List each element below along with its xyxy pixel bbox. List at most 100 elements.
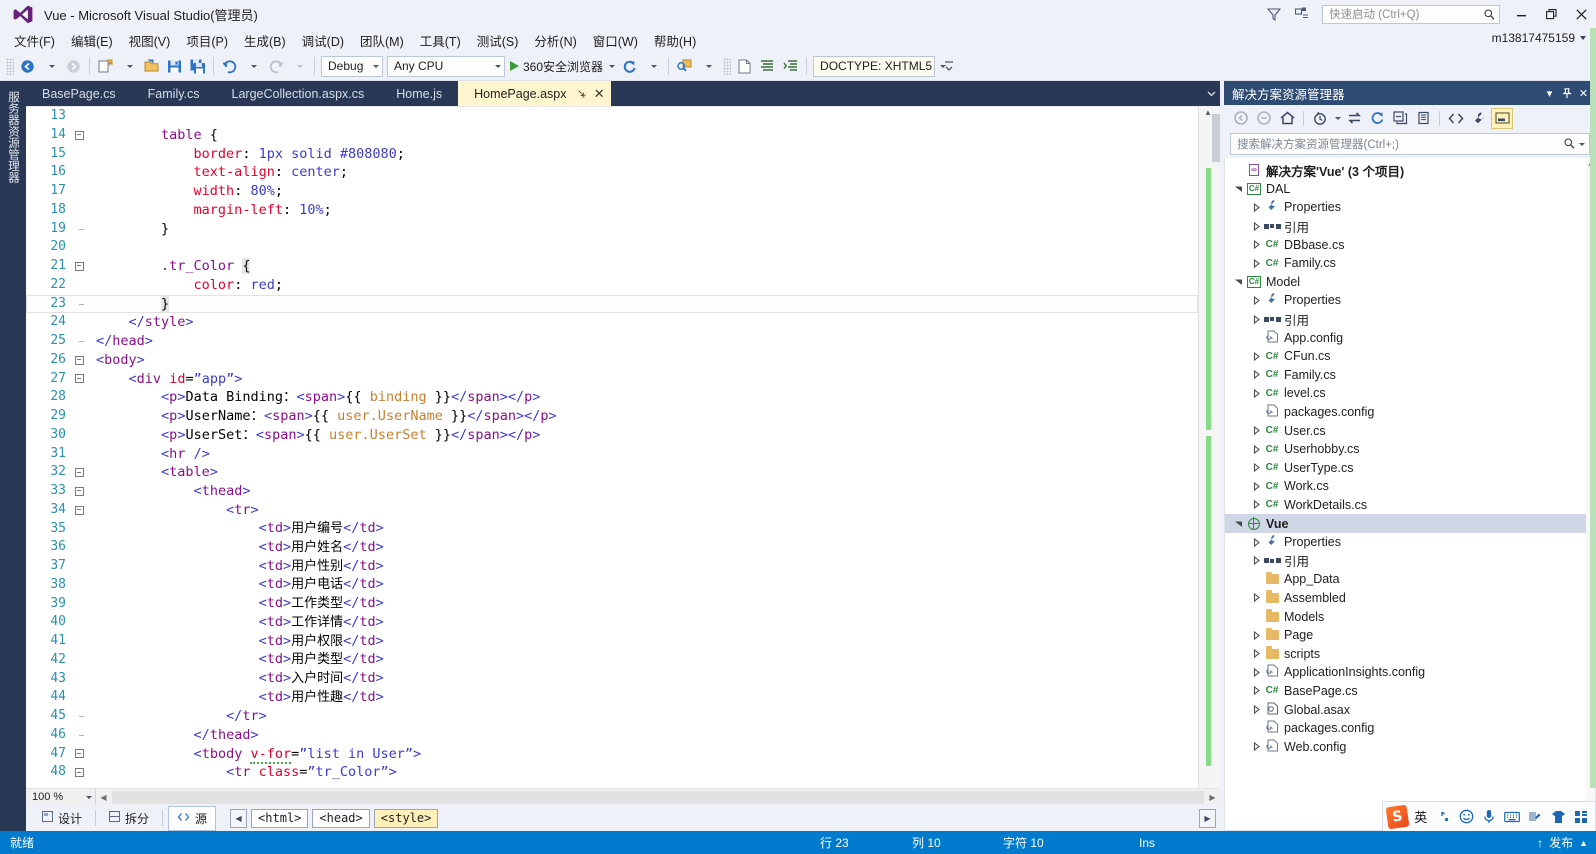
chevron-right-icon[interactable]	[1249, 351, 1263, 361]
chevron-right-icon[interactable]	[1249, 463, 1263, 473]
code-line[interactable]: 28 <p>Data Binding：<span>{{ binding }}</…	[26, 388, 1198, 407]
restart-dropdown[interactable]	[641, 55, 664, 78]
collapse-icon[interactable]: −	[74, 130, 84, 140]
code-line[interactable]: 44 <td>用户性趣</td>	[26, 688, 1198, 707]
tree-node[interactable]: packages.config	[1225, 403, 1595, 422]
show-all-files-icon[interactable]	[1412, 108, 1434, 129]
code-line[interactable]: 33− <thead>	[26, 482, 1198, 501]
restart-button[interactable]	[618, 55, 641, 78]
toolbar-grip[interactable]	[723, 57, 732, 75]
notifications-icon[interactable]	[1288, 2, 1316, 26]
chevron-right-icon[interactable]	[1249, 630, 1263, 640]
ime-voice-icon[interactable]	[1480, 806, 1500, 828]
ime-skin-icon[interactable]	[1548, 806, 1568, 828]
breadcrumb-head[interactable]: <head>	[312, 808, 370, 828]
tree-node[interactable]: C# DAL	[1225, 180, 1595, 199]
code-line[interactable]: 37 <td>用户性别</td>	[26, 557, 1198, 576]
solution-platform-select[interactable]: Any CPU	[387, 55, 505, 77]
tree-node[interactable]: 引用	[1225, 217, 1595, 236]
pending-changes-icon[interactable]	[1309, 108, 1331, 129]
tree-node[interactable]: C# Model	[1225, 273, 1595, 292]
chevron-right-icon[interactable]	[1249, 258, 1263, 268]
code-line[interactable]: 41 <td>用户权限</td>	[26, 632, 1198, 651]
tree-node[interactable]: Models	[1225, 607, 1595, 626]
chevron-right-icon[interactable]	[1249, 202, 1263, 212]
new-project-button[interactable]	[94, 55, 117, 78]
chevron-right-icon[interactable]	[1249, 667, 1263, 677]
tree-node[interactable]: C# level.cs	[1225, 384, 1595, 403]
ime-pinyin-icon[interactable]	[1434, 806, 1454, 828]
tree-node[interactable]: C# User.cs	[1225, 421, 1595, 440]
chevron-right-icon[interactable]	[1249, 295, 1263, 305]
chevron-down-icon[interactable]	[1231, 277, 1245, 286]
chevron-right-icon[interactable]	[1249, 481, 1263, 491]
tree-node[interactable]: scripts	[1225, 644, 1595, 663]
ime-language-mode[interactable]: 英	[1411, 806, 1431, 828]
feedback-icon[interactable]	[1260, 2, 1288, 26]
tree-node[interactable]: App_Data	[1225, 570, 1595, 589]
chevron-right-icon[interactable]	[1249, 742, 1263, 752]
open-file-button[interactable]	[140, 55, 163, 78]
tree-node[interactable]: C# UserType.cs	[1225, 459, 1595, 478]
chevron-right-icon[interactable]	[1249, 314, 1263, 324]
zoom-select[interactable]: 100 %	[26, 788, 96, 806]
pin-icon[interactable]: ⇥	[573, 86, 589, 101]
code-line[interactable]: 27− <div id=”app”>	[26, 370, 1198, 389]
preview-selected-items-icon[interactable]	[1491, 107, 1513, 129]
fold-gutter[interactable]: −	[72, 505, 86, 515]
menu-project[interactable]: 项目(P)	[178, 28, 236, 53]
menu-debug[interactable]: 调试(D)	[294, 28, 352, 53]
tab-list-dropdown[interactable]	[1202, 81, 1220, 106]
code-line[interactable]: 46 </thead>	[26, 726, 1198, 745]
solution-configuration-select[interactable]: Debug	[321, 55, 383, 77]
chevron-right-icon[interactable]	[1249, 221, 1263, 231]
tab-largecollection-aspx-cs[interactable]: LargeCollection.aspx.cs	[216, 81, 381, 106]
chevron-right-icon[interactable]	[1249, 370, 1263, 380]
code-line[interactable]: 17 width: 80%;	[26, 182, 1198, 201]
tree-node[interactable]: App.config	[1225, 328, 1595, 347]
doctype-select[interactable]: DOCTYPE: XHTML5	[813, 55, 947, 77]
scroll-left-arrow[interactable]: ◀	[96, 793, 111, 802]
tree-node[interactable]: C# Family.cs	[1225, 254, 1595, 273]
tab-family-cs[interactable]: Family.cs	[132, 81, 216, 106]
code-line[interactable]: 42 <td>用户类型</td>	[26, 651, 1198, 670]
tree-node[interactable]: C# Family.cs	[1225, 366, 1595, 385]
code-line[interactable]: 45 </tr>	[26, 707, 1198, 726]
navigate-backward-button[interactable]	[16, 55, 39, 78]
publish-button[interactable]: ↑ 发布 ▲	[1537, 834, 1588, 851]
code-line[interactable]: 35 <td>用户编号</td>	[26, 520, 1198, 539]
properties-icon[interactable]	[1468, 108, 1490, 129]
scroll-right-arrow[interactable]: ▶	[1205, 793, 1220, 802]
tree-node[interactable]: Global.asax	[1225, 700, 1595, 719]
code-line[interactable]: 19 }	[26, 220, 1198, 239]
horizontal-scrollbar[interactable]: ◀ ▶	[96, 788, 1220, 806]
code-line[interactable]: 16 text-align: center;	[26, 163, 1198, 182]
code-line[interactable]: 21− .tr_Color {	[26, 257, 1198, 276]
quick-launch-input[interactable]: 快速启动 (Ctrl+Q)	[1322, 4, 1500, 24]
code-line[interactable]: 31 <hr />	[26, 445, 1198, 464]
collapse-icon[interactable]: −	[74, 468, 84, 478]
chevron-right-icon[interactable]	[1249, 556, 1263, 566]
tree-node[interactable]: C# Userhobby.cs	[1225, 440, 1595, 459]
chevron-right-icon[interactable]	[1249, 388, 1263, 398]
breadcrumb-style[interactable]: <style>	[373, 808, 439, 828]
fold-gutter[interactable]: −	[72, 768, 86, 778]
redo-dropdown[interactable]	[287, 55, 310, 78]
forward-icon[interactable]	[1253, 108, 1275, 129]
tree-node[interactable]: 引用	[1225, 551, 1595, 570]
menu-team[interactable]: 团队(M)	[352, 28, 412, 53]
code-line[interactable]: 48− <tr class=”tr_Color”>	[26, 763, 1198, 782]
collapse-icon[interactable]: −	[74, 768, 84, 778]
tab-basepage-cs[interactable]: BasePage.cs	[26, 81, 132, 106]
solution-explorer-search-input[interactable]: 搜索解决方案资源管理器(Ctrl+;)	[1230, 133, 1590, 155]
search-icon[interactable]	[1564, 138, 1585, 150]
chevron-right-icon[interactable]	[1249, 537, 1263, 547]
pin-icon[interactable]	[1558, 83, 1575, 103]
fold-gutter[interactable]: −	[72, 486, 86, 496]
scroll-map[interactable]: ▲	[1198, 106, 1220, 788]
split-view-button[interactable]: 拆分	[101, 807, 157, 830]
breadcrumb-html[interactable]: <html>	[251, 808, 309, 828]
server-explorer-tab[interactable]: 服务器资源管理器	[5, 87, 21, 187]
chevron-right-icon[interactable]	[1249, 649, 1263, 659]
code-line[interactable]: 14− table {	[26, 126, 1198, 145]
